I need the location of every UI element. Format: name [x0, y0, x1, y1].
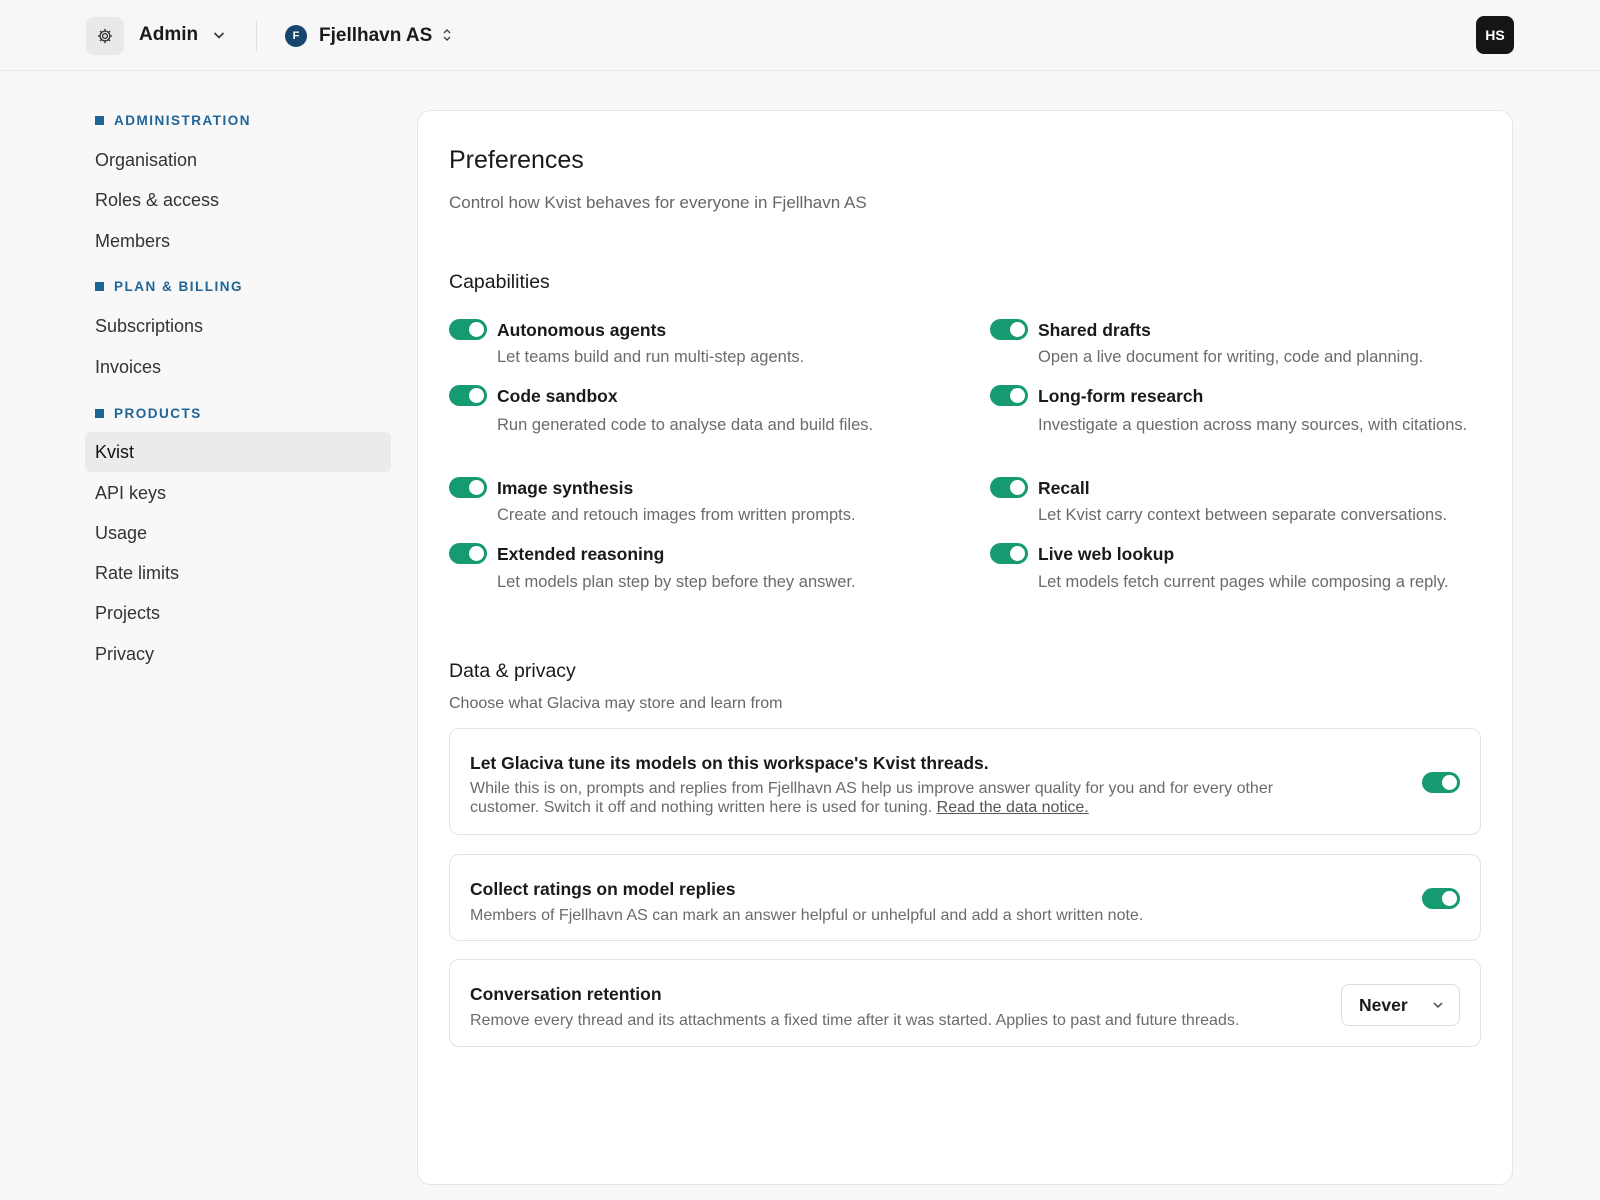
toggle-knob: [1010, 322, 1025, 337]
toggle-knob: [469, 480, 484, 495]
ratings-toggle[interactable]: [1422, 888, 1460, 909]
chevron-down-icon: [1433, 1002, 1443, 1009]
toggle-knob: [1010, 480, 1025, 495]
sidebar-section-label: PLAN & BILLING: [114, 279, 243, 294]
sidebar-section-label: PRODUCTS: [114, 406, 202, 421]
setting-description: Members of Fjellhavn AS can mark an answ…: [470, 907, 1144, 924]
sidebar-item-roles-access[interactable]: Roles & access: [85, 180, 391, 220]
capability-description: Let Kvist carry context between separate…: [1038, 506, 1448, 524]
page-title: Preferences: [449, 146, 584, 174]
sidebar-item-members[interactable]: Members: [85, 221, 391, 261]
capability-description: Create and retouch images from written p…: [497, 506, 856, 524]
sidebar-item-organisation[interactable]: Organisation: [85, 140, 391, 180]
data-privacy-title: Data & privacy: [449, 660, 576, 682]
setting-title: Let Glaciva tune its models on this work…: [470, 753, 989, 773]
capability-name: Autonomous agents: [497, 320, 667, 340]
recall-toggle[interactable]: [990, 477, 1028, 498]
setting-title: Conversation retention: [470, 984, 662, 1004]
sidebar-item-kvist[interactable]: Kvist: [85, 432, 391, 472]
app-switcher-label[interactable]: Admin: [139, 24, 198, 46]
sidebar-item-privacy[interactable]: Privacy: [85, 634, 391, 674]
toggle-knob: [1442, 775, 1457, 790]
capability-name: Code sandbox: [497, 386, 618, 406]
capability-name: Extended reasoning: [497, 544, 665, 564]
sidebar-item-invoices[interactable]: Invoices: [85, 347, 391, 387]
toggle-knob: [1010, 388, 1025, 403]
capability-description: Let models fetch current pages while com…: [1038, 573, 1449, 591]
code-sandbox-toggle[interactable]: [449, 385, 487, 406]
capabilities-title: Capabilities: [449, 271, 550, 293]
org-switcher-label[interactable]: Fjellhavn AS: [319, 25, 432, 47]
capability-description: Open a live document for writing, code a…: [1038, 348, 1424, 366]
sidebar-item-rate-limits[interactable]: Rate limits: [85, 553, 391, 593]
image-synthesis-toggle[interactable]: [449, 477, 487, 498]
toggle-knob: [469, 546, 484, 561]
capability-name: Shared drafts: [1038, 320, 1151, 340]
setting-description-text: While this is on, prompts and replies fr…: [470, 780, 1274, 816]
capability-name: Image synthesis: [497, 478, 634, 498]
capability-name: Live web lookup: [1038, 544, 1175, 564]
sidebar-item-projects[interactable]: Projects: [85, 593, 391, 633]
toggle-knob: [469, 322, 484, 337]
top-bar: Admin F Fjellhavn AS HS: [0, 0, 1600, 71]
setting-description: While this is on, prompts and replies fr…: [470, 779, 1340, 817]
capability-name: Long-form research: [1038, 386, 1204, 406]
divider: [256, 21, 257, 51]
sidebar-item-subscriptions[interactable]: Subscriptions: [85, 306, 391, 346]
gear-icon[interactable]: [86, 17, 124, 55]
square-bullet-icon: [95, 116, 104, 125]
sidebar-section-products: PRODUCTS: [95, 406, 202, 421]
user-avatar[interactable]: HS: [1476, 16, 1514, 54]
autonomous-agents-toggle[interactable]: [449, 319, 487, 340]
square-bullet-icon: [95, 409, 104, 418]
capability-name: Recall: [1038, 478, 1090, 498]
capability-description: Investigate a question across many sourc…: [1038, 416, 1468, 434]
org-avatar: F: [285, 25, 307, 47]
sidebar-item-api-keys[interactable]: API keys: [85, 473, 391, 513]
data-notice-link[interactable]: Read the data notice.: [937, 799, 1089, 816]
toggle-knob: [469, 388, 484, 403]
page-subtitle: Control how Kvist behaves for everyone i…: [449, 193, 867, 212]
toggle-knob: [1010, 546, 1025, 561]
preferences-card: Preferences Control how Kvist behaves fo…: [417, 110, 1513, 1185]
sidebar-section-administration: ADMINISTRATION: [95, 113, 251, 128]
square-bullet-icon: [95, 282, 104, 291]
sidebar-section-plan-billing: PLAN & BILLING: [95, 279, 243, 294]
shared-drafts-toggle[interactable]: [990, 319, 1028, 340]
data-privacy-subtitle: Choose what Glaciva may store and learn …: [449, 695, 783, 712]
ratings-setting: Collect ratings on model replies Members…: [449, 854, 1481, 941]
chevron-up-down-icon[interactable]: [440, 27, 454, 43]
model-tuning-setting: Let Glaciva tune its models on this work…: [449, 728, 1481, 835]
retention-select-value: Never: [1359, 994, 1408, 1015]
chevron-down-icon[interactable]: [211, 27, 227, 43]
capability-description: Let teams build and run multi-step agent…: [497, 348, 805, 366]
setting-title: Collect ratings on model replies: [470, 879, 736, 899]
setting-description: Remove every thread and its attachments …: [470, 1012, 1240, 1029]
retention-setting: Conversation retention Remove every thre…: [449, 959, 1481, 1047]
capability-description: Let models plan step by step before they…: [497, 573, 856, 591]
capability-description: Run generated code to analyse data and b…: [497, 416, 874, 434]
retention-select[interactable]: Never: [1341, 984, 1460, 1026]
sidebar-section-label: ADMINISTRATION: [114, 113, 251, 128]
model-tuning-toggle[interactable]: [1422, 772, 1460, 793]
long-form-research-toggle[interactable]: [990, 385, 1028, 406]
live-web-lookup-toggle[interactable]: [990, 543, 1028, 564]
sidebar-item-usage[interactable]: Usage: [85, 513, 391, 553]
toggle-knob: [1442, 891, 1457, 906]
extended-reasoning-toggle[interactable]: [449, 543, 487, 564]
